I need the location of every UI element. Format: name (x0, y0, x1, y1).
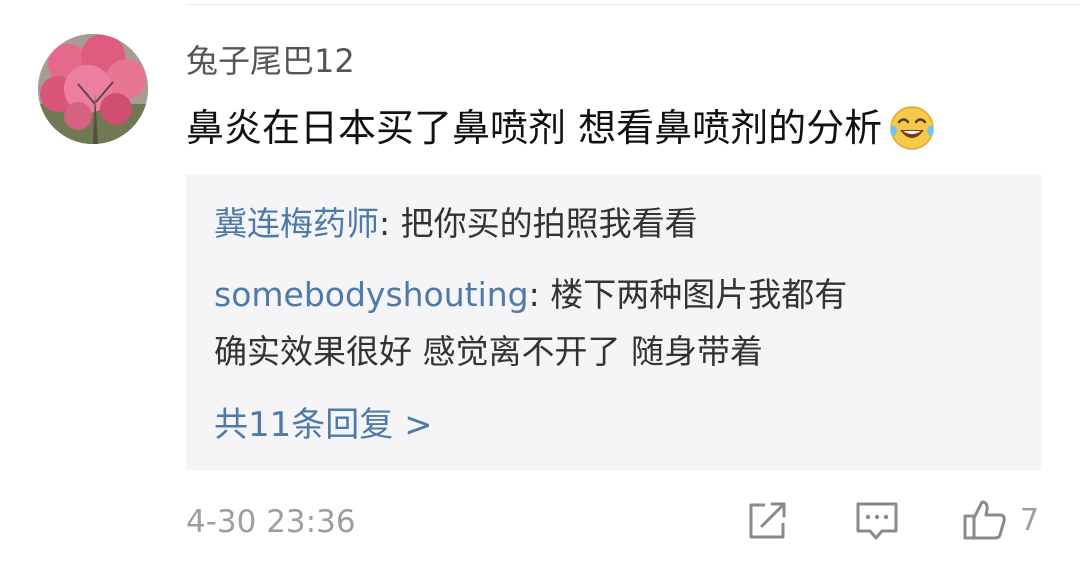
replies-box: 冀连梅药师: 把你买的拍照我看看 somebodyshouting: 楼下两种图… (186, 175, 1042, 470)
username[interactable]: 兔子尾巴12 (186, 38, 355, 84)
comment-card: 兔子尾巴12 鼻炎在日本买了鼻喷剂 想看鼻喷剂的分析 冀连梅药师: 把你买的拍照… (0, 0, 1080, 566)
more-replies-link[interactable]: 共11条回复 > (214, 400, 433, 450)
reply-item: somebodyshouting: 楼下两种图片我都有 (214, 270, 847, 320)
reply-separator: : (379, 204, 401, 243)
reply-item: 冀连梅药师: 把你买的拍照我看看 (214, 199, 698, 249)
comment-timestamp: 4-30 23:36 (186, 504, 356, 540)
comment-text-row: 鼻炎在日本买了鼻喷剂 想看鼻喷剂的分析 (186, 101, 936, 155)
comment-text: 鼻炎在日本买了鼻喷剂 想看鼻喷剂的分析 (186, 106, 883, 150)
reply-text: 楼下两种图片我都有 (550, 275, 848, 314)
reply-author[interactable]: 冀连梅药师 (214, 204, 379, 243)
like-count: 7 (1020, 503, 1040, 538)
divider (186, 4, 1080, 5)
share-icon[interactable] (745, 497, 791, 543)
reply-text: 把你买的拍照我看看 (400, 204, 698, 243)
avatar[interactable] (38, 34, 148, 144)
avatar-image (38, 34, 148, 144)
reply-author[interactable]: somebodyshouting (214, 275, 529, 314)
laughing-with-tears-emoji-icon (888, 104, 936, 152)
reply-separator: : (528, 275, 551, 314)
thumbs-up-icon[interactable] (962, 497, 1008, 543)
comment-icon[interactable] (854, 497, 900, 543)
reply-text-continued: 确实效果很好 感觉离不开了 随身带着 (214, 332, 763, 371)
